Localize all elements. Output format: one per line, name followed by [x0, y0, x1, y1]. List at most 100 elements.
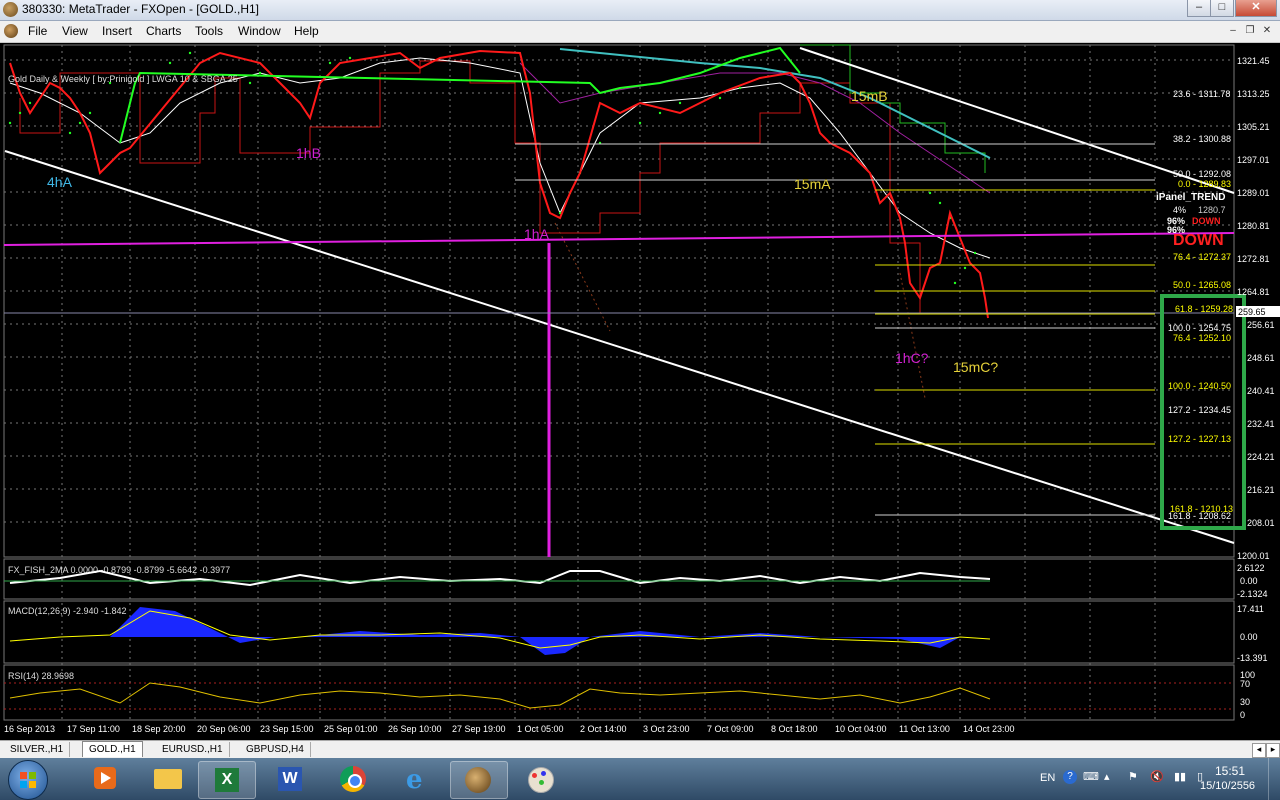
wave-label-1hc: 1hC? [895, 350, 929, 366]
rsi-label: RSI(14) 28.9698 [8, 671, 74, 681]
ipanel-trend-widget: iPanel_TREND 4% 1280.7 96% DOWN 96% DOWN… [1156, 192, 1231, 262]
network-icon[interactable]: ▮▮ [1174, 770, 1186, 783]
language-indicator[interactable]: EN [1040, 772, 1055, 784]
ipanel-value: 1280.7 [1198, 205, 1226, 215]
menu-charts[interactable]: Charts [146, 24, 181, 38]
fib-label: 50.0 - 1265.08 [1173, 280, 1231, 290]
lower-trendline [4, 150, 1235, 544]
rsi-axis: 100 70 30 0 [1240, 670, 1255, 720]
price-tick: 224.21 [1247, 452, 1275, 462]
ma-cyan-line [559, 48, 991, 159]
menu-file[interactable]: File [28, 24, 47, 38]
close-button[interactable]: ✕ [1235, 0, 1277, 17]
menu-window[interactable]: Window [238, 24, 281, 38]
time-tick: 17 Sep 11:00 [67, 724, 120, 734]
tab-scroll-right-button[interactable]: ▸ [1266, 743, 1280, 758]
mdi-minimize-button[interactable]: – [1226, 24, 1240, 38]
metatrader-app-icon [3, 2, 18, 17]
time-tick: 23 Sep 15:00 [260, 724, 314, 734]
fib-label: 127.2 - 1227.13 [1168, 434, 1231, 444]
paint-icon[interactable] [512, 761, 568, 797]
chrome-icon[interactable] [324, 761, 380, 797]
wave-label-15mb: 15mB [851, 88, 888, 104]
help-icon[interactable]: ? [1063, 770, 1077, 784]
ipanel-pct: 4% [1173, 205, 1186, 215]
tab-eurusd-h1[interactable]: EURUSD.,H1 [156, 742, 230, 757]
price-tick: 208.01 [1247, 518, 1275, 528]
maximize-button[interactable]: □ [1210, 0, 1234, 17]
tab-gold-h1[interactable]: GOLD.,H1 [82, 741, 143, 757]
volume-muted-icon[interactable]: 🔇 [1150, 770, 1164, 783]
tab-silver-h1[interactable]: SILVER.,H1 [4, 742, 71, 757]
menu-tools[interactable]: Tools [195, 24, 223, 38]
ipanel-down-small: DOWN [1192, 216, 1221, 226]
word-icon[interactable]: W [262, 761, 318, 797]
metatrader-taskbar-icon[interactable] [450, 761, 508, 799]
upper-trendline [799, 47, 1235, 194]
ipanel-title: iPanel_TREND [1156, 192, 1225, 203]
price-tick: 256.61 [1247, 320, 1275, 330]
tab-gbpusd-h4[interactable]: GBPUSD,H4 [240, 742, 311, 757]
price-tick: 232.41 [1247, 419, 1275, 429]
current-price-label: 259.65 [1238, 307, 1266, 317]
price-tick: 216.21 [1247, 485, 1275, 495]
price-tick: 1313.25 [1237, 89, 1270, 99]
time-tick: 3 Oct 23:00 [643, 724, 690, 734]
time-tick: 26 Sep 10:00 [388, 724, 442, 734]
time-tick: 11 Oct 13:00 [899, 724, 950, 734]
fib-label: 161.8 - 1208.62 [1168, 511, 1231, 521]
media-player-icon[interactable] [76, 761, 132, 797]
window-title: 380330: MetaTrader - FXOpen - [GOLD.,H1] [22, 2, 259, 16]
clock-date[interactable]: 15/10/2556 [1200, 780, 1255, 792]
rsi-tick: 30 [1240, 697, 1250, 707]
price-tick: 1272.81 [1237, 254, 1270, 264]
fib-lines-white [515, 143, 1155, 516]
file-explorer-icon[interactable] [140, 761, 196, 797]
main-pane[interactable] [3, 44, 1235, 558]
macd-tick: 0.00 [1240, 632, 1258, 642]
fisher-axis: 2.6122 0.00 -2.1324 [1237, 563, 1268, 599]
rsi-line [9, 682, 991, 709]
chart-window-icon[interactable] [4, 24, 18, 38]
mdi-restore-button[interactable]: ❐ [1243, 24, 1257, 38]
fib-label: 127.2 - 1234.45 [1168, 405, 1231, 415]
minimize-button[interactable]: – [1187, 0, 1211, 17]
start-button[interactable] [8, 760, 48, 800]
mdi-close-button[interactable]: ✕ [1260, 24, 1274, 38]
action-center-flag-icon[interactable]: ⚑ [1128, 770, 1138, 783]
price-tick: 1305.21 [1237, 122, 1270, 132]
price-tick: 1200.01 [1237, 551, 1270, 561]
windows-logo-icon [20, 772, 36, 788]
excel-icon[interactable]: X [198, 761, 256, 799]
magenta-level-line [3, 232, 1235, 246]
windows-taskbar: X W e EN ? ⌨ ▴ ⚑ 🔇 ▮▮ ▯ 15:51 15/10/2556 [0, 758, 1280, 800]
wave-label-4ha: 4hA [47, 174, 73, 190]
rsi-tick: 0 [1240, 710, 1245, 720]
clock-time[interactable]: 15:51 [1215, 764, 1245, 778]
menu-help[interactable]: Help [294, 24, 319, 38]
macd-tick: 17.411 [1237, 604, 1264, 614]
vertical-grid [61, 45, 1156, 720]
chart-tab-bar: SILVER.,H1 GOLD.,H1 EURUSD.,H1 GBPUSD,H4… [0, 740, 1280, 759]
ipanel-fib: 76.4 - 1272.37 [1173, 252, 1231, 262]
show-desktop-button[interactable] [1268, 758, 1280, 800]
internet-explorer-icon[interactable]: e [388, 761, 444, 797]
price-tick: 240.41 [1247, 386, 1275, 396]
chart-window[interactable]: Gold Daily & Weekly [ by:Prinigold ] LWG… [0, 43, 1280, 740]
time-tick: 16 Sep 2013 [4, 724, 55, 734]
indicator-label: Gold Daily & Weekly [ by:Prinigold ] LWG… [8, 74, 238, 84]
macd-axis: 17.411 0.00 -13.391 [1237, 604, 1268, 663]
fisher-tick: 0.00 [1240, 576, 1258, 586]
tab-scroll-left-button[interactable]: ◂ [1252, 743, 1266, 758]
fisher-label: FX_FISH_2MA 0.0000 -0.8799 -0.8799 -5.66… [8, 565, 230, 575]
menu-bar: File View Insert Charts Tools Window Hel… [0, 21, 1280, 43]
menu-view[interactable]: View [62, 24, 88, 38]
tray-arrow-icon[interactable]: ▴ [1104, 770, 1110, 783]
macd-label: MACD(12,26,9) -2.940 -1.842 [8, 606, 127, 616]
ipanel-down-large: DOWN [1173, 232, 1224, 249]
time-tick: 7 Oct 09:00 [707, 724, 754, 734]
time-tick: 25 Sep 01:00 [324, 724, 378, 734]
keyboard-icon[interactable]: ⌨ [1083, 770, 1099, 783]
menu-insert[interactable]: Insert [102, 24, 132, 38]
time-axis: 16 Sep 2013 17 Sep 11:00 18 Sep 20:00 20… [4, 724, 1015, 734]
